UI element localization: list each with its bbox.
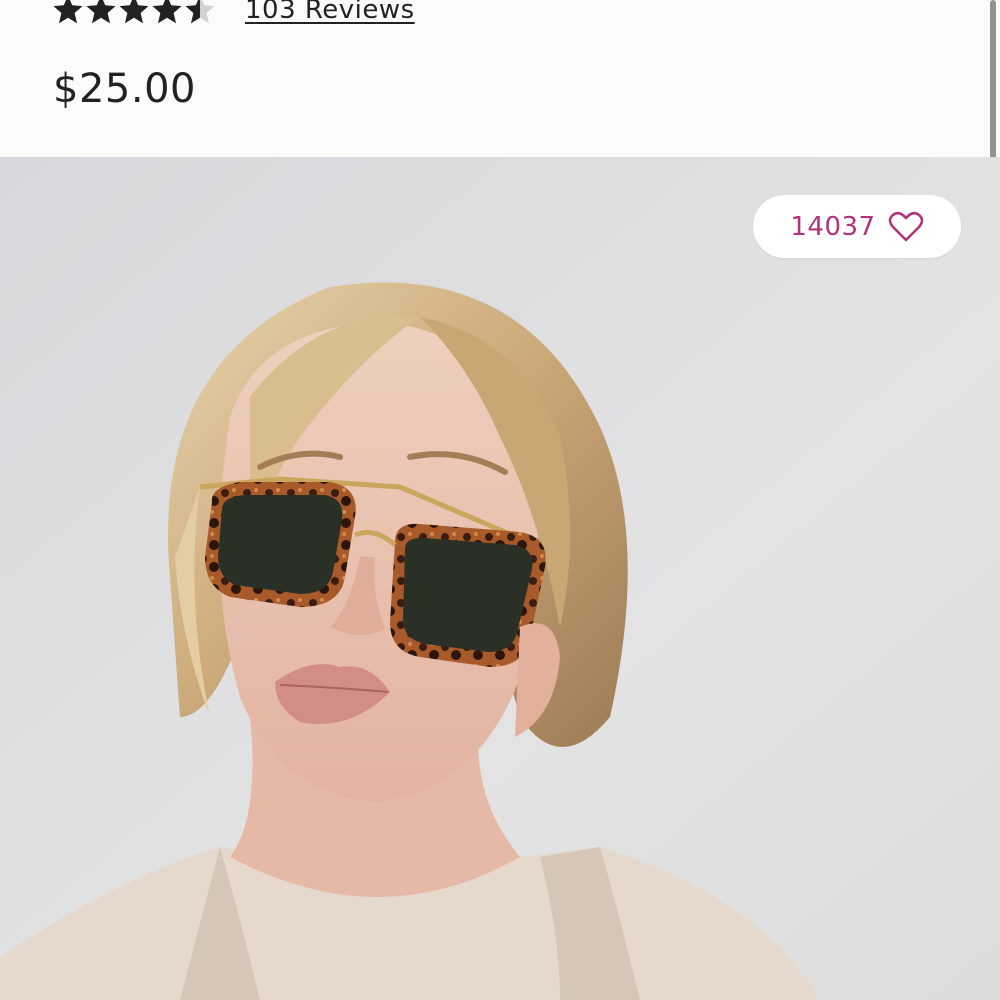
favorite-button[interactable]: 14037	[753, 195, 961, 258]
star-icon	[119, 0, 149, 24]
star-icon	[53, 0, 83, 24]
product-price: $25.00	[53, 66, 196, 112]
star-icon	[152, 0, 182, 24]
heart-outline-icon	[888, 211, 923, 241]
product-page: 103 Reviews $25.00 14037	[0, 0, 1000, 1000]
product-photo[interactable]	[0, 157, 1000, 1000]
reviews-link[interactable]: 103 Reviews	[245, 0, 415, 25]
star-rating	[52, 0, 217, 32]
model-wearing-sunglasses-image	[0, 157, 1000, 1000]
product-info-panel: 103 Reviews $25.00	[0, 0, 1000, 210]
star-icon	[185, 0, 215, 24]
favorite-count: 14037	[790, 211, 876, 242]
star-icon	[86, 0, 116, 24]
rating-row: 103 Reviews	[52, 0, 415, 32]
